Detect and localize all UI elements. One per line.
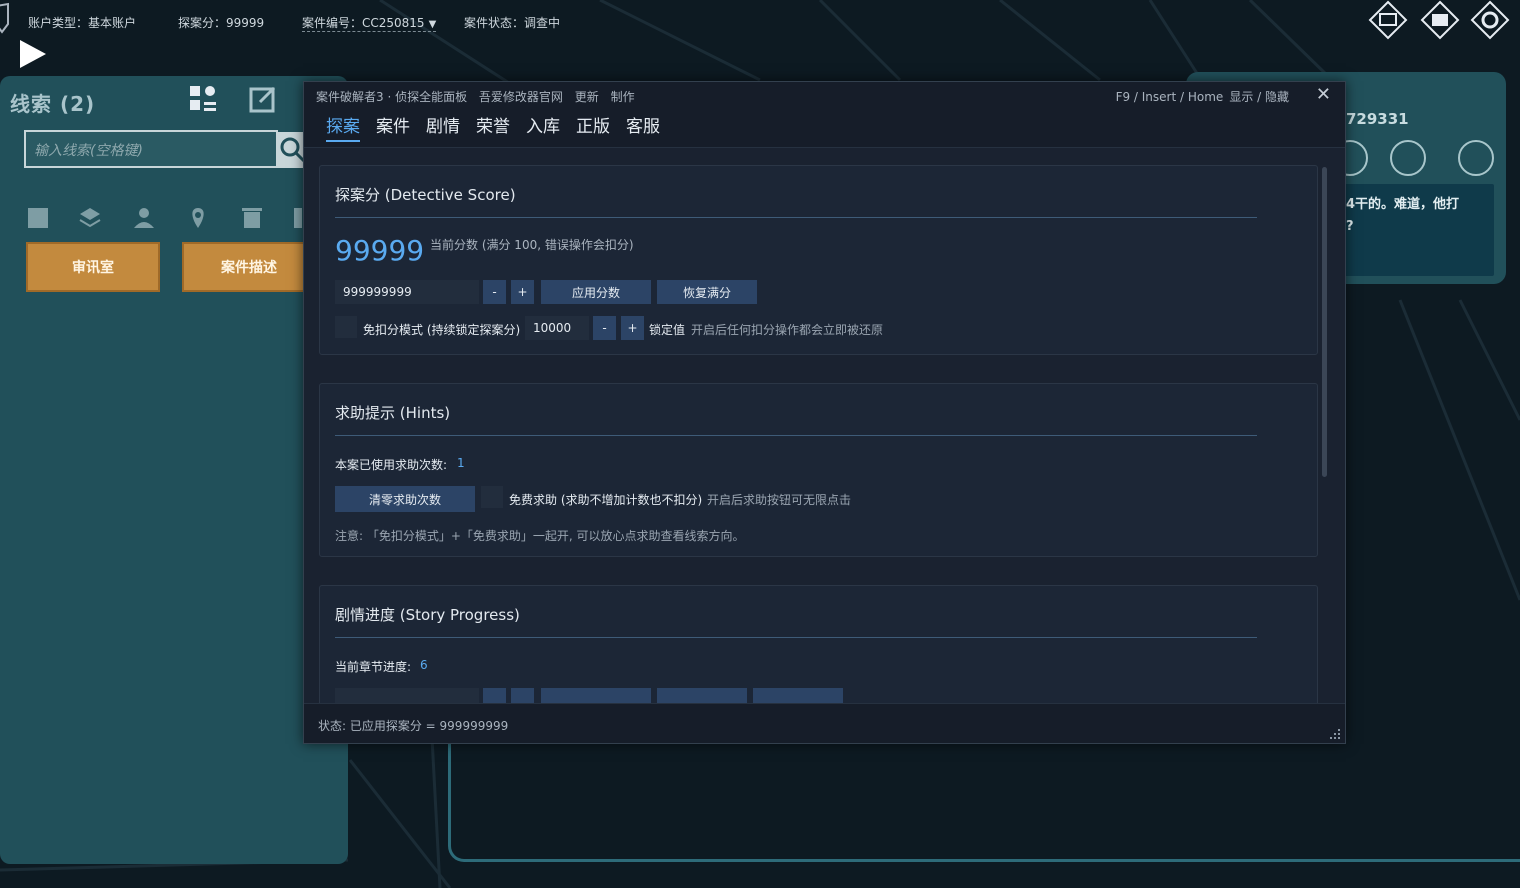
interrogation-room-label: 审讯室 <box>72 260 114 276</box>
hotkey-hint: F9 / Insert / Home 显示 / 隐藏 <box>1110 88 1289 105</box>
archive-icon[interactable] <box>1418 0 1462 40</box>
no-deduct-label: 免扣分模式 (持续锁定探案分) <box>363 323 521 337</box>
hints-used-label: 本案已使用求助次数: <box>335 458 448 472</box>
clues-title: 线索 (2) <box>10 92 96 116</box>
clue-search-input[interactable]: 输入线索(空格键) <box>24 130 278 168</box>
apply-score-button[interactable]: 应用分数 <box>541 280 651 304</box>
score-input[interactable]: 999999999 <box>335 280 479 304</box>
layers-icon[interactable] <box>78 206 102 230</box>
person-circle-icon[interactable] <box>1390 140 1426 176</box>
cheat-panel-dialog: 案件破解者3 · 侦探全能面板 吾爱修改器官网 更新 制作 F9 / Inser… <box>303 81 1346 744</box>
hints-tip: 注意: 「免扣分模式」+「免费求助」一起开, 可以放心点求助查看线索方向。 <box>335 529 745 543</box>
suspect-number: 729331 <box>1346 110 1409 128</box>
tab-support[interactable]: 客服 <box>626 112 660 142</box>
case-status: 案件状态：调查中 <box>464 16 561 30</box>
story-section-title: 剧情进度 (Story Progress) <box>335 606 520 624</box>
tab-detective[interactable]: 探案 <box>326 112 360 142</box>
dialogue-line-1: 4干的。难道，他打 <box>1346 197 1460 212</box>
status-bar: 状态: 已应用探案分 = 999999999 <box>304 703 1345 743</box>
no-deduct-checkbox[interactable] <box>335 316 357 338</box>
credits-link[interactable]: 制作 <box>611 90 635 104</box>
account-type: 账户类型：基本账户 <box>28 16 137 30</box>
gear-icon[interactable] <box>1468 0 1512 40</box>
shield-badge-icon <box>0 2 9 34</box>
interrogation-room-button[interactable]: 审讯室 <box>26 242 160 292</box>
status-text: 状态: 已应用探案分 = 999999999 <box>318 719 509 733</box>
website-link[interactable]: 吾爱修改器官网 <box>479 90 563 104</box>
resize-grip-icon[interactable] <box>1329 728 1341 740</box>
dialogue-line-2: ? <box>1346 219 1354 234</box>
section-divider <box>335 435 1257 436</box>
hotkey-toggle-label: 显示 / 隐藏 <box>1229 90 1289 104</box>
hints-used-value: 1 <box>457 456 465 470</box>
chapter-label: 当前章节进度: <box>335 660 412 674</box>
update-link[interactable]: 更新 <box>575 90 599 104</box>
play-icon[interactable] <box>18 38 48 70</box>
score-section: 探案分 (Detective Score) 99999 当前分数 (满分 100… <box>319 165 1318 355</box>
current-score: 99999 <box>335 234 425 267</box>
case-number: 案件编号：CC250815 <box>302 16 425 30</box>
tab-bar: 探案 案件 剧情 荣誉 入库 正版 客服 <box>326 112 660 142</box>
close-icon[interactable]: ✕ <box>1316 84 1331 105</box>
panel-title: 案件破解者3 · 侦探全能面板 <box>316 90 468 104</box>
story-section: 剧情进度 (Story Progress) 当前章节进度: 6 <box>319 585 1318 705</box>
restore-score-button[interactable]: 恢复满分 <box>657 280 757 304</box>
score-plus-button[interactable]: + <box>511 280 534 304</box>
person-icon[interactable] <box>132 206 156 230</box>
free-hints-label: 免费求助 (求助不增加计数也不扣分) <box>509 493 703 507</box>
lock-minus-button[interactable]: - <box>593 316 616 340</box>
tab-case[interactable]: 案件 <box>376 112 410 142</box>
score-minus-button[interactable]: - <box>483 280 506 304</box>
edit-icon[interactable] <box>248 84 278 114</box>
section-divider <box>335 637 1257 638</box>
shield-circle-icon[interactable] <box>1458 140 1494 176</box>
notebook-icon[interactable] <box>26 206 50 230</box>
tab-storage[interactable]: 入库 <box>526 112 560 142</box>
case-description-label: 案件描述 <box>221 260 277 276</box>
free-hints-checkbox[interactable] <box>481 486 503 508</box>
dialog-body[interactable]: 探案分 (Detective Score) 99999 当前分数 (满分 100… <box>304 149 1345 705</box>
lock-value-input[interactable]: 10000 <box>525 316 589 340</box>
top-status-bar: 账户类型：基本账户 探案分：99999 案件编号：CC250815 ▼ 案件状态：… <box>0 0 700 42</box>
lock-note: 开启后任何扣分操作都会立即被还原 <box>691 323 884 337</box>
top-score: 探案分：99999 <box>178 16 265 30</box>
lock-plus-button[interactable]: + <box>621 316 644 340</box>
evidence-icon[interactable] <box>1366 0 1410 40</box>
case-description-button[interactable]: 案件描述 <box>182 242 316 292</box>
clear-hints-button[interactable]: 清零求助次数 <box>335 486 475 512</box>
tab-license[interactable]: 正版 <box>576 112 610 142</box>
free-hints-note: 开启后求助按钮可无限点击 <box>707 493 852 507</box>
hints-section: 求助提示 (Hints) 本案已使用求助次数: 1 清零求助次数 免费求助 (求… <box>319 383 1318 557</box>
case-number-select[interactable]: 案件编号：CC250815 ▼ <box>302 14 437 32</box>
tab-honor[interactable]: 荣誉 <box>476 112 510 142</box>
grid-view-icon[interactable] <box>188 84 218 114</box>
dialog-scrollbar[interactable] <box>1322 167 1327 477</box>
score-note: 当前分数 (满分 100, 错误操作会扣分) <box>430 238 634 252</box>
lock-value-label: 锁定值 <box>649 323 686 337</box>
clues-panel: 线索 (2) 输入线索(空格键) 审讯室 案件描述 <box>0 76 348 864</box>
dialog-meta: 案件破解者3 · 侦探全能面板 吾爱修改器官网 更新 制作 <box>316 88 643 105</box>
dialog-header: 案件破解者3 · 侦探全能面板 吾爱修改器官网 更新 制作 F9 / Inser… <box>304 82 1345 148</box>
bin-icon[interactable] <box>240 206 264 230</box>
section-divider <box>335 217 1257 218</box>
chevron-down-icon: ▼ <box>428 19 437 30</box>
dialogue-box: 4干的。难道，他打 ? <box>1334 184 1494 276</box>
tab-story[interactable]: 剧情 <box>426 112 460 142</box>
score-section-title: 探案分 (Detective Score) <box>335 186 516 204</box>
hotkey-keys: F9 / Insert / Home <box>1115 90 1224 104</box>
more-tools-icon[interactable] <box>292 206 302 230</box>
chapter-value: 6 <box>420 658 428 672</box>
hints-section-title: 求助提示 (Hints) <box>335 404 451 422</box>
location-icon[interactable] <box>186 206 210 230</box>
